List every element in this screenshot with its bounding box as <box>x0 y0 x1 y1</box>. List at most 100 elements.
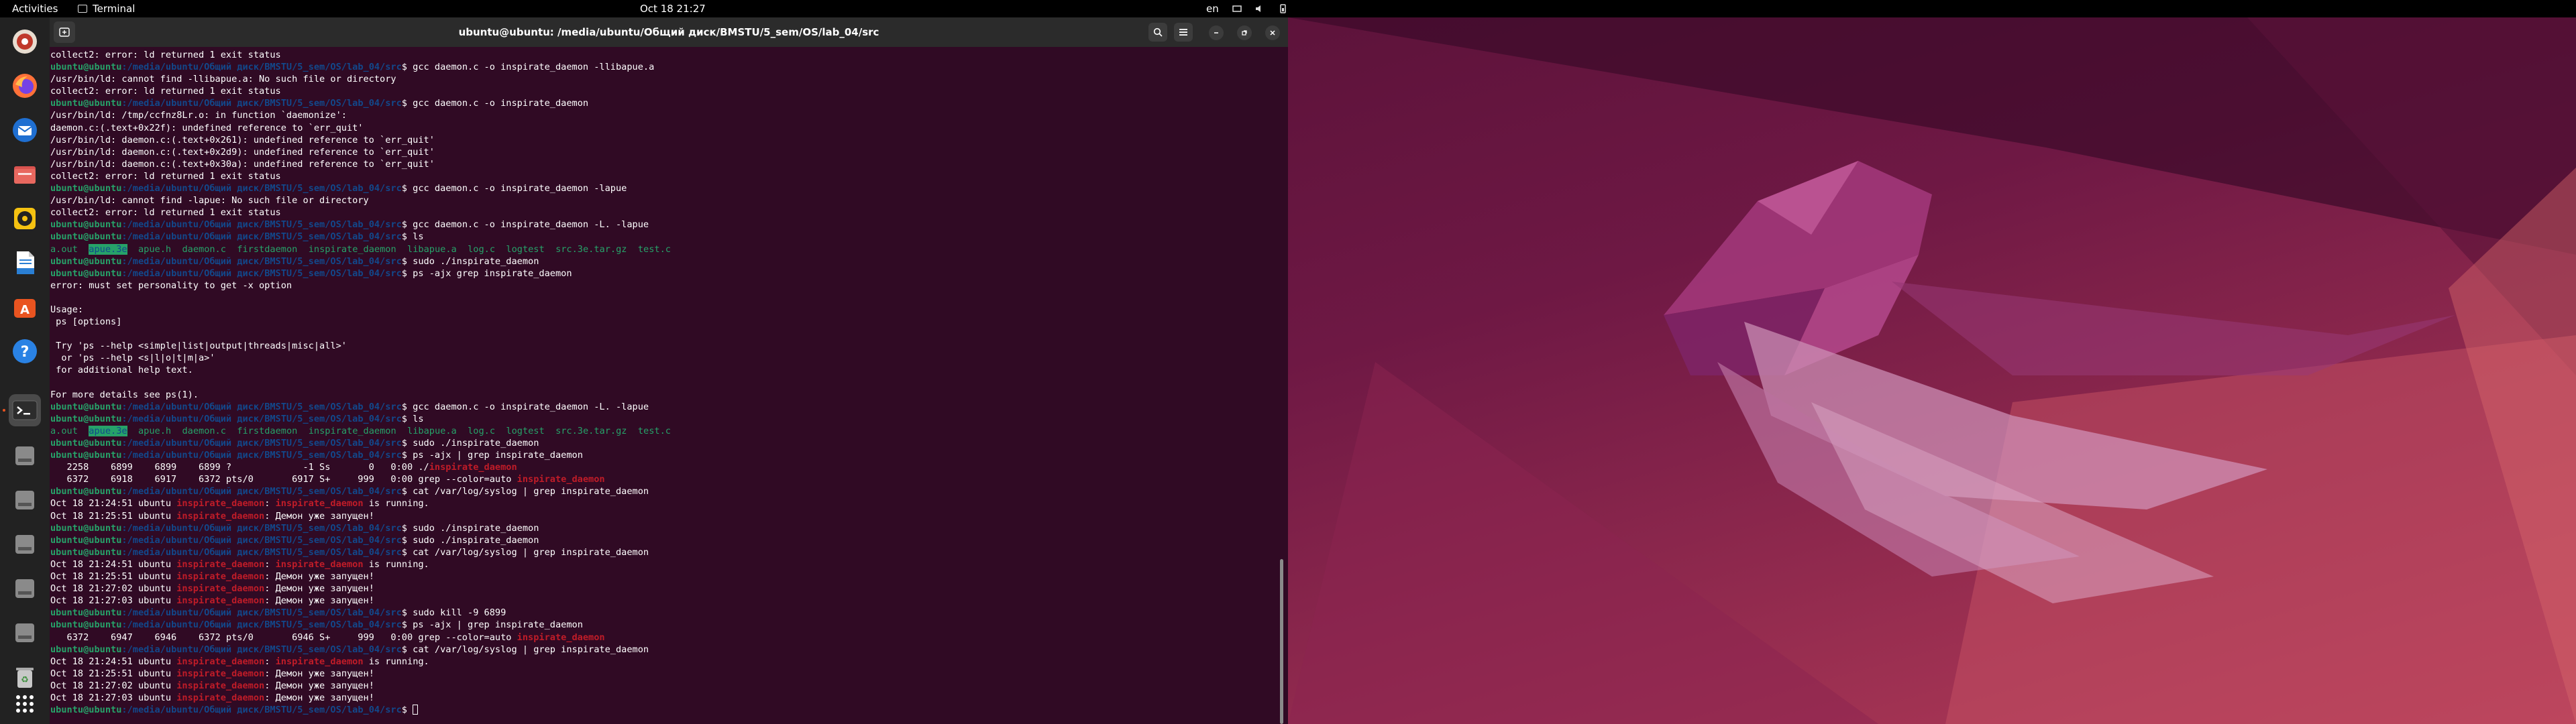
drive-icon <box>15 535 34 554</box>
file-name: inspirate_daemon <box>308 425 396 436</box>
prompt-path: :/media/ubuntu/Общий диск/BMSTU/5_sem/OS… <box>121 522 402 534</box>
grep-match: inspirate_daemon <box>429 462 517 473</box>
file-name: daemon.c <box>182 243 226 255</box>
terminal-line: /usr/bin/ld: daemon.c:(.text+0x30a): und… <box>50 158 1288 170</box>
dock-item-terminal[interactable] <box>9 394 41 426</box>
terminal-line: Oct 18 21:25:51 ubuntu inspirate_daemon:… <box>50 668 1288 680</box>
terminal-line: ubuntu@ubuntu:/media/ubuntu/Общий диск/B… <box>50 522 1288 534</box>
dock-item-drive-2[interactable] <box>9 484 41 516</box>
keyboard-layout-indicator[interactable]: en <box>1206 3 1219 15</box>
terminal-text: or 'ps --help <s|l|o|t|m|a>' <box>50 353 215 364</box>
dock-item-drive-3[interactable] <box>9 528 41 560</box>
file-name: test.c <box>637 243 671 255</box>
prompt-user: ubuntu@ubuntu <box>50 438 122 448</box>
dock-item-helper[interactable] <box>9 25 41 58</box>
grep-match: inspirate_daemon <box>176 571 265 583</box>
file-name: libapue.a <box>407 243 457 255</box>
prompt-path: :/media/ubuntu/Общий диск/BMSTU/5_sem/OS… <box>121 231 402 243</box>
maximize-button[interactable] <box>1237 25 1252 40</box>
prompt-user: ubuntu@ubuntu <box>50 522 122 534</box>
search-button[interactable] <box>1148 23 1167 42</box>
directory-name: apue.3e <box>89 243 127 255</box>
terminal-line: For more details see ps(1). <box>50 389 1288 401</box>
menu-button[interactable] <box>1174 23 1193 42</box>
terminal-line: ubuntu@ubuntu:/media/ubuntu/Общий диск/B… <box>50 534 1288 546</box>
grep-match: inspirate_daemon <box>176 583 265 595</box>
terminal-line: Oct 18 21:25:51 ubuntu inspirate_daemon:… <box>50 570 1288 583</box>
terminal-line: ubuntu@ubuntu:/media/ubuntu/Общий диск/B… <box>50 255 1288 267</box>
terminal-text: Usage: <box>50 304 84 315</box>
terminal-line: ps [options] <box>50 316 1288 328</box>
terminal-text: $ gcc daemon.c -o inspirate_daemon <box>401 98 589 109</box>
dock-item-firefox[interactable] <box>9 70 41 102</box>
prompt-user: ubuntu@ubuntu <box>50 267 122 279</box>
terminal-line: Usage: <box>50 304 1288 316</box>
prompt-user: ubuntu@ubuntu <box>50 183 122 194</box>
dock-item-rhythmbox[interactable] <box>9 202 41 235</box>
terminal-text: : <box>264 498 276 509</box>
terminal-output[interactable]: collect2: error: ld returned 1 exit stat… <box>50 47 1288 724</box>
prompt-user: ubuntu@ubuntu <box>50 705 122 716</box>
grep-match: inspirate_daemon <box>176 692 265 703</box>
terminal-text: Oct 18 21:24:51 ubuntu <box>50 498 177 509</box>
terminal-line: ubuntu@ubuntu:/media/ubuntu/Общий диск/B… <box>50 619 1288 631</box>
dock-item-drive-1[interactable] <box>9 440 41 472</box>
terminal-line: /usr/bin/ld: cannot find -lapue: No such… <box>50 194 1288 206</box>
dock-item-show-apps[interactable] <box>9 688 41 720</box>
terminal-text: $ sudo kill -9 6899 <box>401 607 506 619</box>
dock-item-files[interactable] <box>9 158 41 190</box>
terminal-line: a.out apue.3e apue.h daemon.c firstdaemo… <box>50 243 1288 255</box>
dock-item-app-center[interactable]: A <box>9 291 41 323</box>
close-button[interactable] <box>1265 25 1280 40</box>
file-name: libapue.a <box>407 425 457 436</box>
terminal-text: 6372 6947 6946 6372 pts/0 6946 S+ 999 0:… <box>50 631 517 643</box>
clock[interactable]: Oct 18 21:27 <box>640 3 706 15</box>
terminal-line: or 'ps --help <s|l|o|t|m|a>' <box>50 352 1288 364</box>
dock-item-drive-5[interactable] <box>9 617 41 649</box>
activities-button[interactable]: Activities <box>12 3 58 15</box>
prompt-user: ubuntu@ubuntu <box>50 413 122 424</box>
system-tray[interactable]: en <box>1206 3 1287 15</box>
terminal-text: $ <box>401 705 413 716</box>
terminal-line: Oct 18 21:24:51 ubuntu inspirate_daemon:… <box>50 497 1288 509</box>
prompt-path: :/media/ubuntu/Общий диск/BMSTU/5_sem/OS… <box>121 619 402 631</box>
terminal-text: Oct 18 21:25:51 ubuntu <box>50 571 177 583</box>
show-apps-icon <box>16 695 34 713</box>
terminal-icon <box>12 400 38 420</box>
dock-item-help[interactable]: ? <box>9 335 41 367</box>
terminal-text: collect2: error: ld returned 1 exit stat… <box>50 86 281 97</box>
minimize-button[interactable] <box>1209 25 1224 40</box>
app-menu[interactable]: Terminal <box>78 3 135 15</box>
terminal-text: daemon.c:(.text+0x22f): undefined refere… <box>50 122 364 133</box>
terminal-text: : Демон уже запущен! <box>264 583 374 595</box>
dock-item-drive-4[interactable] <box>9 572 41 605</box>
terminal-scrollbar[interactable] <box>1280 559 1283 724</box>
prompt-user: ubuntu@ubuntu <box>50 534 122 546</box>
terminal-text: $ sudo ./inspirate_daemon <box>401 438 539 448</box>
terminal-text: $ sudo ./inspirate_daemon <box>401 255 539 267</box>
dock-item-thunderbird[interactable] <box>9 114 41 146</box>
prompt-path: :/media/ubuntu/Общий диск/BMSTU/5_sem/OS… <box>121 255 402 267</box>
window-title: ubuntu@ubuntu: /media/ubuntu/Общий диск/… <box>458 26 879 38</box>
svg-text:♻: ♻ <box>21 675 29 685</box>
prompt-path: :/media/ubuntu/Общий диск/BMSTU/5_sem/OS… <box>121 546 402 558</box>
grep-match: inspirate_daemon <box>176 656 265 667</box>
terminal-line: ubuntu@ubuntu:/media/ubuntu/Общий диск/B… <box>50 607 1288 619</box>
terminal-line: ubuntu@ubuntu:/media/ubuntu/Общий диск/B… <box>50 219 1288 231</box>
window-titlebar[interactable]: ubuntu@ubuntu: /media/ubuntu/Общий диск/… <box>50 17 1288 47</box>
terminal-text: $ ls <box>401 231 424 243</box>
prompt-user: ubuntu@ubuntu <box>50 644 122 655</box>
terminal-text: /usr/bin/ld: daemon.c:(.text+0x30a): und… <box>50 158 435 170</box>
battery-icon <box>1280 4 1286 13</box>
terminal-text: $ gcc daemon.c -o inspirate_daemon -L. -… <box>401 219 649 231</box>
drive-icon <box>15 446 34 465</box>
minimize-icon <box>1214 32 1218 34</box>
file-name: apue.h <box>138 243 172 255</box>
top-bar: Activities Terminal Oct 18 21:27 en <box>0 0 2576 17</box>
dock-item-writer[interactable] <box>9 247 41 279</box>
